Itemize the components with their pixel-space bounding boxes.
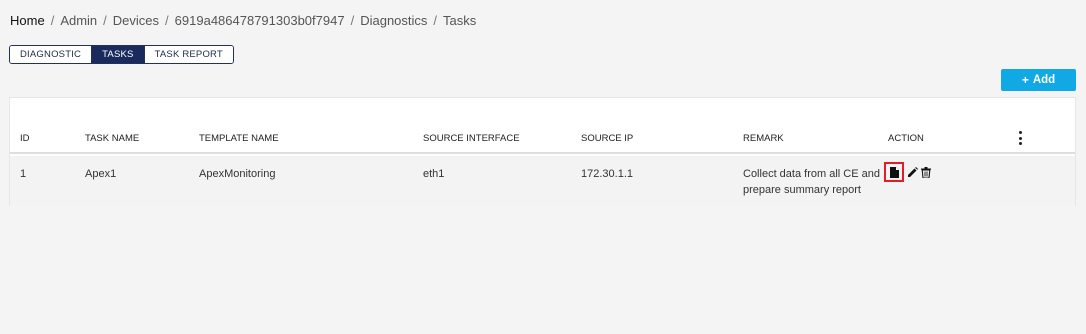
cell-source-interface: eth1 [423,168,445,180]
cell-source-ip: 172.30.1.1 [581,168,633,180]
add-button[interactable]: + Add [1001,69,1076,91]
cell-template-name: ApexMonitoring [199,168,276,180]
row-actions [884,162,931,182]
column-header-source-interface[interactable]: SOURCE INTERFACE [423,133,520,144]
breadcrumb-separator: / [50,13,55,28]
breadcrumb-admin[interactable]: Admin [60,13,97,28]
view-report-button[interactable] [884,162,904,182]
column-header-task-name[interactable]: TASK NAME [85,133,139,144]
breadcrumb-separator: / [433,13,438,28]
tasks-table: ID TASK NAME TEMPLATE NAME SOURCE INTERF… [9,97,1076,206]
column-header-source-ip[interactable]: SOURCE IP [581,133,633,144]
edit-button[interactable] [907,166,918,178]
tab-tasks[interactable]: TASKS [92,46,145,63]
breadcrumb-separator: / [165,13,169,28]
plus-icon: + [1021,73,1029,87]
breadcrumb: Home / Admin / Devices / 6919a486478791303b0f7… [10,13,476,28]
breadcrumb-separator: / [350,13,355,28]
breadcrumb-separator: / [103,13,107,28]
trash-icon [921,166,931,178]
edit-icon [908,166,918,177]
breadcrumb-current: Tasks [443,13,477,28]
breadcrumb-home[interactable]: Home [10,13,45,28]
column-header-template-name[interactable]: TEMPLATE NAME [199,133,279,144]
cell-remark: Collect data from all CE and prepare sum… [743,168,880,196]
breadcrumb-device-id[interactable]: 6919a486478791303b0f7947 [175,13,345,28]
column-options-icon[interactable] [1014,131,1026,145]
breadcrumb-devices[interactable]: Devices [113,13,159,28]
column-header-action: ACTION [888,133,924,144]
delete-button[interactable] [921,166,931,178]
tab-bar: DIAGNOSTIC TASKS TASK REPORT [9,45,234,64]
tab-task-report[interactable]: TASK REPORT [144,46,233,63]
table-header: ID TASK NAME TEMPLATE NAME SOURCE INTERF… [10,98,1075,154]
breadcrumb-diagnostics[interactable]: Diagnostics [360,13,427,28]
table-row: 1 Apex1 ApexMonitoring eth1 172.30.1.1 C… [10,156,1075,206]
add-button-label: Add [1032,74,1056,86]
report-icon [889,166,899,178]
column-header-remark[interactable]: REMARK [743,133,784,144]
column-header-id[interactable]: ID [20,133,30,144]
cell-id: 1 [20,168,27,180]
cell-task-name: Apex1 [85,168,117,180]
tab-diagnostic[interactable]: DIAGNOSTIC [10,46,93,63]
